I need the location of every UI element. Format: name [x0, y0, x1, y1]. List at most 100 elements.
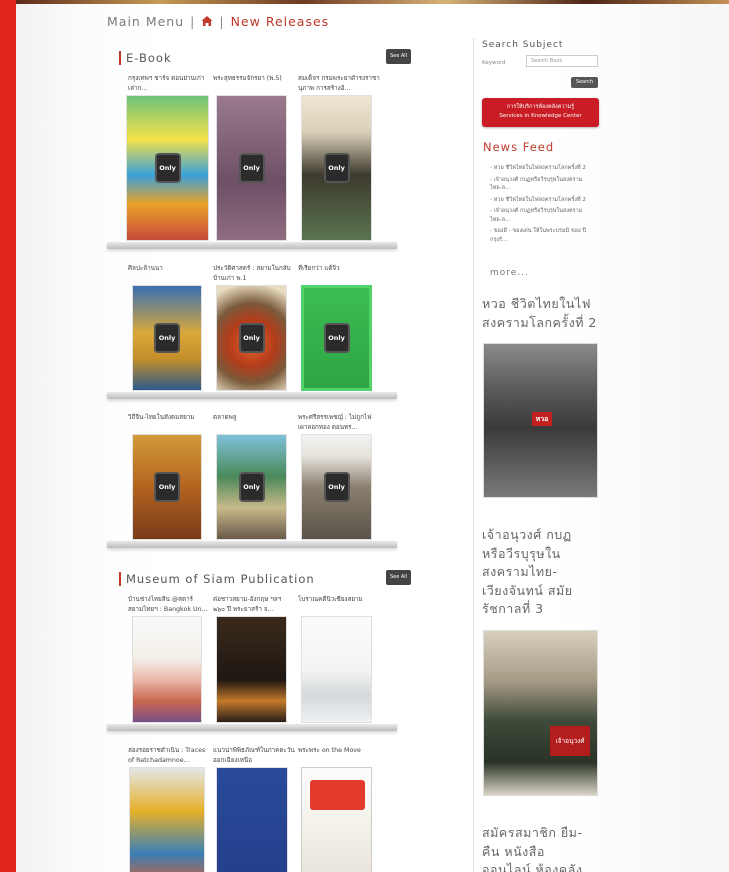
book-cover[interactable]	[301, 767, 372, 872]
keyword-label: Keyword	[482, 60, 506, 66]
book-item[interactable]: โบราณคดีนิวเชียงสยาม	[298, 595, 380, 614]
cover-title-graphic	[310, 780, 365, 810]
page-background	[16, 0, 729, 872]
only-badge: Only	[154, 472, 180, 502]
breadcrumb-separator: |	[190, 14, 196, 29]
search-subject-title: Search Subject	[482, 40, 564, 50]
only-badge: Only	[323, 472, 350, 502]
only-badge: Only	[238, 472, 265, 502]
book-cover[interactable]: Only	[216, 285, 287, 391]
book-item[interactable]: ศิลปะล้านนา	[128, 264, 210, 283]
keyword-input[interactable]: Search Book	[526, 55, 598, 67]
book-title: สมเด็จฯ กรมพระยาดำรงราชานุภาพ การสร้างอ้…	[298, 75, 380, 92]
featured-title[interactable]: หวอ ชีวิตไทยในไฟสงครามโลกครั้งที่ 2	[482, 295, 600, 332]
book-item[interactable]: พระศรีสรรเพชญ์ : ไม่ถูกไฟเผาลอกทอง ตอนทร…	[298, 413, 380, 432]
section-marker	[119, 572, 121, 586]
home-icon[interactable]	[201, 15, 213, 27]
book-title: ต่อชาวสยาม-อังกฤษ ฯลฯ ๒๖๐ ปี พระยาสร้า จ…	[213, 596, 282, 613]
book-cover[interactable]	[216, 616, 287, 723]
main-menu-link[interactable]: Main Menu	[107, 14, 184, 29]
column-divider	[473, 38, 474, 872]
book-cover[interactable]: Only	[301, 285, 372, 391]
only-badge: Only	[323, 323, 350, 353]
book-item[interactable]: พระพระ on the Move	[298, 746, 380, 765]
book-item[interactable]: ต่อชาวสยาม-อังกฤษ ฯลฯ ๒๖๐ ปี พระยาสร้า จ…	[213, 595, 295, 614]
news-list: - หวอ ชีวิตไทยในไฟสงครามโลกครั้งที่ 2 - …	[490, 164, 590, 247]
book-title[interactable]: กรุงเทพฯ ชาร์จ ตอนย่านเก่าเล่าก…	[128, 74, 210, 93]
book-title: พระศรีสรรเพชญ์ : ไม่ถูกไฟเผาลอกทอง ตอนทร…	[298, 414, 372, 431]
book-cover[interactable]: Only	[132, 434, 202, 540]
book-title: พระพระ on the Move	[298, 747, 361, 754]
book-cover[interactable]	[216, 767, 288, 872]
bookshelf	[107, 242, 397, 249]
book-title: ล่องรอยราชดำเนิน : Traces of Ratchadamno…	[128, 747, 206, 764]
only-badge: Only	[323, 153, 350, 183]
featured-title[interactable]: สมัครสมาชิก ยืม-คืน หนังสือ ออนไลน์ ห้อง…	[482, 824, 592, 872]
book-title: บ้านช่างไทยสิ่น @สตาร์ สยามไทยฯ : Bangko…	[128, 596, 208, 613]
news-feed-title: News Feed	[483, 140, 555, 154]
search-button[interactable]: Search	[571, 77, 598, 88]
top-banner-strip	[16, 0, 729, 4]
only-badge: Only	[238, 323, 265, 353]
breadcrumb-separator: |	[219, 14, 225, 29]
book-item[interactable]: ที่เรียกว่า แต้จิ๋ว	[298, 264, 380, 283]
breadcrumb-current: New Releases	[230, 14, 330, 29]
book-title: ที่เรียกว่า แต้จิ๋ว	[298, 265, 340, 272]
featured-cover-text: เจ้าอนุวงศ์	[550, 726, 590, 756]
featured-cover-image[interactable]: หวอ	[483, 343, 598, 498]
book-item[interactable]: บ้านช่างไทยสิ่น @สตาร์ สยามไทยฯ : Bangko…	[128, 595, 210, 614]
news-item[interactable]: - ของดี - ของเด่น ให้ในพระบรมมิ ของ ปี ก…	[490, 227, 590, 244]
museum-see-all-button[interactable]: See All	[386, 570, 411, 585]
bookshelf	[107, 392, 397, 399]
book-item[interactable]: ประวัติศาสตร์ : สยามในกลับบ้านเก่า พ.1	[213, 264, 295, 283]
book-item[interactable]: ล่องรอยราชดำเนิน : Traces of Ratchadamno…	[128, 746, 210, 765]
book-item[interactable]: พระสุทธรรมจักรยา (พ.5)	[213, 74, 295, 93]
book-item[interactable]: กรุงเทพฯ ชาร์จ ตอนย่านเก่าเล่าก…	[128, 74, 210, 93]
news-item[interactable]: - เจ้าอนุวงศ์ กบฏหรือวีรบุรุษในสงครามไทย…	[490, 207, 590, 224]
book-cover[interactable]	[301, 616, 372, 723]
only-badge: Only	[154, 323, 180, 353]
only-badge: Only	[238, 153, 265, 183]
kc-button-line2: Services in Knowledge Center	[499, 113, 582, 119]
ebook-section-title: E-Book	[126, 51, 172, 65]
book-cover[interactable]	[132, 616, 202, 723]
book-cover[interactable]: Only	[301, 434, 372, 540]
book-cover[interactable]: Only	[132, 285, 202, 391]
book-title: พระสุทธรรมจักรยา (พ.5)	[213, 75, 282, 82]
ebook-see-all-button[interactable]: See All	[386, 49, 411, 64]
news-item[interactable]: - หวอ ชีวิตไทยในไฟสงครามโลกครั้งที่ 2	[490, 196, 590, 205]
book-cover[interactable]: Only	[126, 95, 209, 241]
book-title: ศิลปะล้านนา	[128, 265, 163, 272]
featured-title[interactable]: เจ้าอนุวงศ์ กบฏหรือวีรบุรุษในสงครามไทย-เ…	[482, 526, 582, 619]
bookshelf	[107, 724, 397, 731]
book-title: แนวน่าพิพิธภัณฑ์ในภาคตะวันออกเฉียงเหนือ	[213, 747, 295, 764]
featured-cover-image[interactable]: เจ้าอนุวงศ์	[483, 630, 598, 796]
more-news-link[interactable]: more...	[490, 268, 529, 278]
book-title: โบราณคดีนิวเชียงสยาม	[298, 596, 363, 603]
museum-section-header: Museum of Siam Publication See All	[119, 570, 411, 587]
book-title: ตลาดพลู	[213, 414, 237, 421]
book-item[interactable]: วิถีจีน-ไทยในสังคมสยาม	[128, 413, 210, 432]
featured-cover-text: หวอ	[532, 412, 552, 426]
only-badge: Only	[154, 153, 181, 183]
sidebar: Search Subject Keyword Search Book Searc…	[482, 40, 600, 872]
book-title: วิถีจีน-ไทยในสังคมสยาม	[128, 414, 195, 421]
book-title: ประวัติศาสตร์ : สยามในกลับบ้านเก่า พ.1	[213, 265, 291, 282]
section-marker	[119, 51, 121, 65]
museum-section-title: Museum of Siam Publication	[126, 572, 315, 586]
book-item[interactable]: ตลาดพลู	[213, 413, 295, 432]
book-cover[interactable]: Only	[216, 434, 287, 540]
news-item[interactable]: - เจ้าอนุวงศ์ กบฏหรือวีรบุรุษในสงครามไทย…	[490, 176, 590, 193]
knowledge-center-button[interactable]: การให้บริการห้องคลังความรู้ Services in …	[482, 98, 599, 127]
news-item[interactable]: - หวอ ชีวิตไทยในไฟสงครามโลกครั้งที่ 2	[490, 164, 590, 173]
book-cover[interactable]: Only	[301, 95, 372, 241]
book-cover[interactable]	[129, 767, 205, 872]
book-item[interactable]: สมเด็จฯ กรมพระยาดำรงราชานุภาพ การสร้างอ้…	[298, 74, 380, 93]
bookshelf	[107, 541, 397, 548]
book-item[interactable]: แนวน่าพิพิธภัณฑ์ในภาคตะวันออกเฉียงเหนือ	[213, 746, 295, 765]
book-cover[interactable]: Only	[216, 95, 287, 241]
breadcrumb: Main Menu | | New Releases	[107, 14, 329, 29]
kc-button-line1: การให้บริการห้องคลังความรู้	[506, 104, 575, 110]
left-brand-bar	[0, 0, 16, 872]
ebook-section-header: E-Book See All	[119, 49, 411, 66]
